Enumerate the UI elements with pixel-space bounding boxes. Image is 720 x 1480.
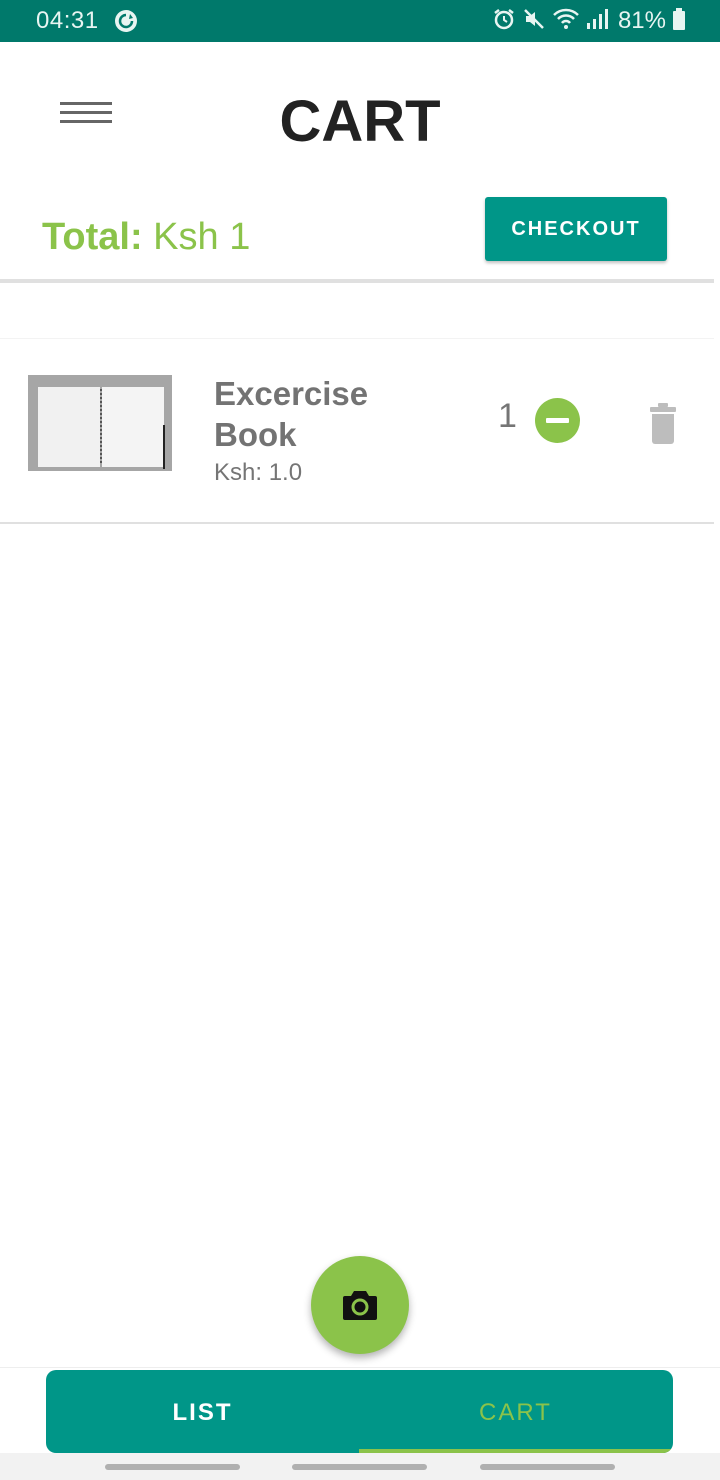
notebook-image (28, 375, 172, 471)
battery-icon (672, 7, 686, 36)
status-bar: 04:31 81% (0, 0, 720, 42)
total-value: Ksh 1 (153, 216, 251, 258)
tab-cart[interactable]: CART (359, 1370, 672, 1453)
system-nav-bar (0, 1453, 720, 1480)
total-label: Total: Ksh 1 (42, 216, 250, 259)
battery-percent: 81% (617, 7, 666, 34)
camera-icon (343, 1291, 377, 1320)
app-header: CART (0, 42, 720, 182)
item-name: Excercise Book (214, 375, 369, 453)
bottom-divider (0, 1367, 720, 1368)
back-pill[interactable] (480, 1464, 615, 1470)
item-quantity: 1 (498, 397, 517, 435)
wifi-icon (552, 7, 580, 36)
tab-list[interactable]: LIST (46, 1370, 359, 1453)
decrease-quantity-button[interactable] (535, 398, 580, 443)
page-title: CART (279, 89, 441, 154)
recents-pill[interactable] (105, 1464, 240, 1470)
bottom-nav: LIST CART (46, 1370, 673, 1453)
status-time: 04:31 (36, 7, 99, 34)
status-icons: 81% (492, 6, 686, 36)
camera-fab-button[interactable] (311, 1256, 409, 1354)
cart-summary: Total: Ksh 1 CHECKOUT (0, 182, 720, 280)
home-pill[interactable] (292, 1464, 427, 1470)
summary-divider (0, 279, 714, 283)
trash-icon[interactable] (648, 403, 678, 445)
cart-item: Excercise Book Ksh: 1.0 1 (0, 338, 714, 524)
signal-icon (586, 7, 608, 36)
mute-icon (522, 7, 546, 36)
sync-icon (114, 9, 138, 38)
checkout-button[interactable]: CHECKOUT (485, 197, 667, 261)
total-heading: Total: (42, 216, 143, 258)
alarm-icon (492, 7, 516, 36)
item-price: Ksh: 1.0 (214, 459, 303, 486)
